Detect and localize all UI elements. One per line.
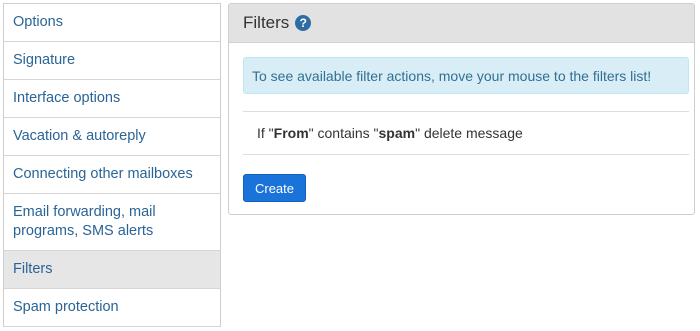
rule-action: " delete message	[415, 125, 523, 141]
settings-sidebar: Options Signature Interface options Vaca…	[3, 3, 221, 327]
sidebar-item-label: Spam protection	[13, 299, 119, 315]
sidebar-item-interface-options[interactable]: Interface options	[4, 80, 220, 118]
sidebar-item-connecting-mailboxes[interactable]: Connecting other mailboxes	[4, 156, 220, 194]
question-circle-icon[interactable]: ?	[295, 15, 312, 31]
rule-value: spam	[378, 125, 416, 141]
sidebar-item-label: Interface options	[13, 90, 121, 106]
sidebar-item-label: Vacation & autoreply	[13, 128, 146, 144]
sidebar-item-label: Options	[13, 14, 63, 30]
sidebar-item-label: Signature	[13, 52, 76, 68]
rule-field: From	[273, 125, 309, 141]
filter-rule-item[interactable]: If " From " contains " spam " delete message	[243, 111, 689, 155]
sidebar-item-vacation-autoreply[interactable]: Vacation & autoreply	[4, 118, 220, 156]
info-alert: To see available filter actions, move yo…	[243, 57, 689, 94]
rule-condition: " contains "	[308, 125, 379, 141]
sidebar-item-filters[interactable]: Filters	[4, 251, 220, 289]
filters-panel: Filters ? To see available filter action…	[228, 3, 695, 215]
page-title: Filters	[243, 13, 290, 32]
sidebar-item-signature[interactable]: Signature	[4, 42, 220, 80]
sidebar-item-spam-protection[interactable]: Spam protection	[4, 289, 220, 327]
create-filter-button[interactable]: Create	[243, 174, 306, 202]
sidebar-item-label: Connecting other mailboxes	[13, 166, 193, 182]
sidebar-item-email-forwarding[interactable]: Email forwarding, mail programs, SMS ale…	[4, 194, 220, 251]
rule-prefix: If "	[257, 125, 274, 141]
info-alert-text: To see available filter actions, move yo…	[252, 67, 652, 84]
sidebar-item-options[interactable]: Options	[4, 4, 220, 42]
sidebar-item-label: Filters	[13, 261, 53, 277]
panel-header: Filters ?	[229, 4, 694, 43]
sidebar-item-label: Email forwarding, mail programs, SMS ale…	[13, 204, 156, 239]
